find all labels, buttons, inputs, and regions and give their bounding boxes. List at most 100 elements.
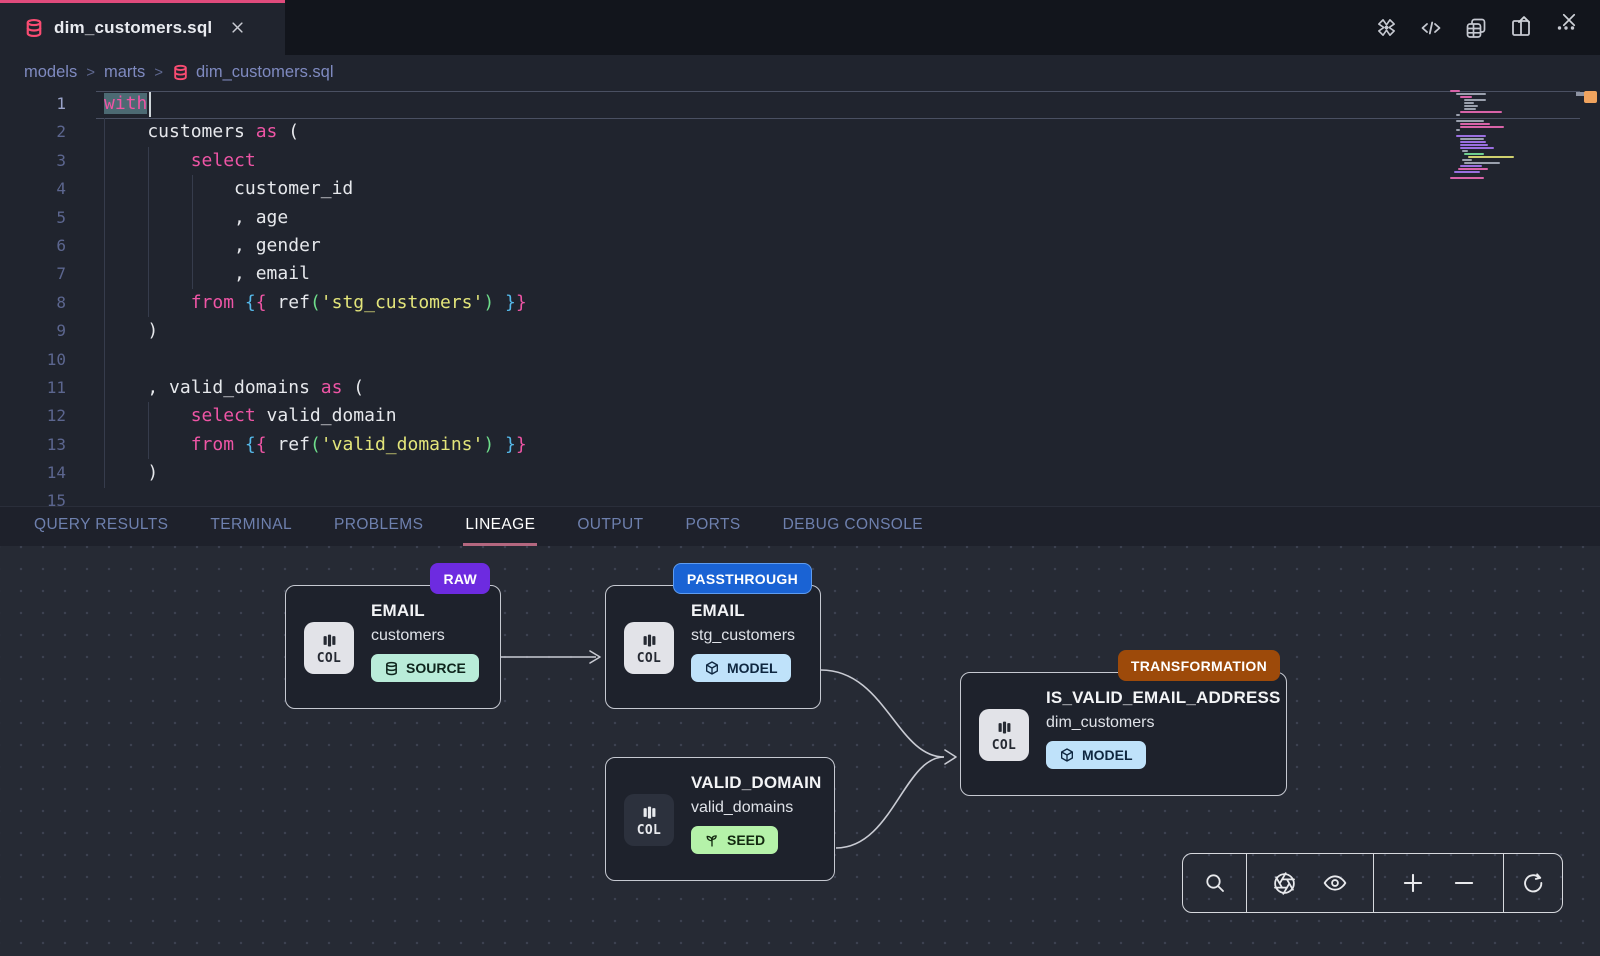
line-number: 14 <box>0 459 66 487</box>
code-editor[interactable]: 1with2 customers as (3 select4 customer_… <box>0 90 1600 506</box>
lineage-toolbar <box>1182 853 1563 913</box>
node-subtitle: stg_customers <box>691 627 795 645</box>
zoom-in-icon[interactable] <box>1400 870 1426 896</box>
chip-label: COL <box>992 738 1016 753</box>
cube-icon <box>704 660 720 676</box>
code-line[interactable]: 2 customers as ( <box>0 118 1600 146</box>
lineage-node-customers[interactable]: COLEMAILcustomersSOURCERAW <box>285 585 501 709</box>
scrollbar-selection-marker <box>1584 91 1597 103</box>
panel-tab-debug-console[interactable]: DEBUG CONSOLE <box>781 507 925 546</box>
code-text: with <box>66 90 147 118</box>
node-title: EMAIL <box>371 601 479 621</box>
line-number: 8 <box>0 289 66 317</box>
column-chip: COL <box>624 622 674 674</box>
code-line[interactable]: 11 , valid_domains as ( <box>0 374 1600 402</box>
indent-guide <box>104 118 105 487</box>
lineage-node-valid_domains[interactable]: COLVALID_DOMAINvalid_domainsSEED <box>605 757 835 881</box>
node-text: IS_VALID_EMAIL_ADDRESSdim_customersMODEL <box>1046 688 1281 769</box>
line-number: 7 <box>0 260 66 288</box>
code-line[interactable]: 12 select valid_domain <box>0 402 1600 430</box>
column-chip: COL <box>624 794 674 846</box>
line-number: 1 <box>0 90 66 118</box>
columns-icon <box>640 631 659 650</box>
line-number: 4 <box>0 175 66 203</box>
code-text: customer_id <box>66 175 353 203</box>
duplicate-tab-icon[interactable] <box>1464 16 1488 40</box>
code-line[interactable]: 6 , gender <box>0 232 1600 260</box>
code-line[interactable]: 7 , email <box>0 260 1600 288</box>
line-number: 12 <box>0 402 66 430</box>
node-text: VALID_DOMAINvalid_domainsSEED <box>691 773 822 854</box>
chip-label: COL <box>637 651 661 666</box>
node-subtitle: customers <box>371 627 479 645</box>
indent-guide <box>192 175 193 289</box>
minimap[interactable] <box>1450 90 1562 506</box>
breadcrumb-marts[interactable]: marts <box>104 63 145 82</box>
code-line[interactable]: 13 from {{ ref('valid_domains') }} <box>0 431 1600 459</box>
cube-icon <box>1059 747 1075 763</box>
breadcrumb-file[interactable]: dim_customers.sql <box>172 63 334 82</box>
open-code-icon[interactable] <box>1419 16 1443 40</box>
indent-guide <box>148 147 149 317</box>
lineage-type-badge-transformation: TRANSFORMATION <box>1118 650 1280 681</box>
bottom-panel-tab-bar: QUERY RESULTS TERMINAL PROBLEMS LINEAGE OUTP… <box>0 506 1600 546</box>
code-text: select <box>66 147 256 175</box>
code-line[interactable]: 1with <box>0 90 1600 118</box>
chip-label: COL <box>637 823 661 838</box>
line-number: 6 <box>0 232 66 260</box>
code-text: select valid_domain <box>66 402 397 430</box>
code-line[interactable]: 5 , age <box>0 204 1600 232</box>
panel-tab-ports[interactable]: PORTS <box>683 507 742 546</box>
breadcrumb-file-label: dim_customers.sql <box>196 63 334 82</box>
node-subtitle: valid_domains <box>691 799 822 817</box>
expand-panel-icon[interactable] <box>1514 10 1534 30</box>
eye-icon[interactable] <box>1322 870 1348 896</box>
dbt-ide-window: dim_customers.sql models > <box>0 0 1600 956</box>
panel-tab-output[interactable]: OUTPUT <box>575 507 645 546</box>
aperture-icon[interactable] <box>1272 871 1297 896</box>
panel-tab-lineage[interactable]: LINEAGE <box>463 507 537 546</box>
tab-dim-customers[interactable]: dim_customers.sql <box>0 0 285 55</box>
refresh-icon[interactable] <box>1521 871 1546 896</box>
code-line[interactable]: 3 select <box>0 147 1600 175</box>
code-text <box>66 346 104 374</box>
columns-icon <box>640 803 659 822</box>
node-text: EMAILstg_customersMODEL <box>691 601 795 682</box>
editor-scrollbar[interactable] <box>1580 90 1600 506</box>
current-line-border <box>96 118 1580 119</box>
arrowhead <box>945 750 956 764</box>
panel-tab-problems[interactable]: PROBLEMS <box>332 507 425 546</box>
line-number: 3 <box>0 147 66 175</box>
lineage-type-badge-passthrough: PASSTHROUGH <box>673 563 812 594</box>
lineage-node-stg_customers[interactable]: COLEMAILstg_customersMODELPASSTHROUGH <box>605 585 821 709</box>
panel-tab-terminal[interactable]: TERMINAL <box>208 507 294 546</box>
panel-actions <box>1514 0 1578 40</box>
close-panel-icon[interactable] <box>1560 11 1578 29</box>
code-line[interactable]: 8 from {{ ref('stg_customers') }} <box>0 289 1600 317</box>
resource-badge-seed: SEED <box>691 826 778 854</box>
breadcrumb-separator: > <box>86 64 95 81</box>
columns-icon <box>320 631 339 650</box>
lineage-node-dim_customers[interactable]: COL IS_VALID_EMAIL_ADDRESSdim_customersMO… <box>960 672 1287 796</box>
resource-badge-source: SOURCE <box>371 654 479 682</box>
lineage-type-badge-raw: RAW <box>430 563 490 594</box>
zoom-out-icon[interactable] <box>1451 870 1477 896</box>
dbt-power-user-icon[interactable] <box>1375 16 1398 39</box>
breadcrumb: models > marts > dim_customers.sql <box>0 55 1600 90</box>
close-tab-icon[interactable] <box>230 20 245 35</box>
database-icon <box>24 18 44 38</box>
search-icon[interactable] <box>1203 871 1227 895</box>
code-line[interactable]: 14 ) <box>0 459 1600 487</box>
node-title: EMAIL <box>691 601 795 621</box>
column-chip: COL <box>979 709 1029 761</box>
code-line[interactable]: 9 ) <box>0 317 1600 345</box>
lineage-canvas[interactable]: COL EMAIL customers SOURCE RAW COL EMAIL stg_cu… <box>0 546 1600 956</box>
database-icon <box>384 661 399 676</box>
code-line[interactable]: 15 <box>0 487 1600 506</box>
code-text: , email <box>66 260 310 288</box>
columns-icon <box>995 718 1014 737</box>
breadcrumb-models[interactable]: models <box>24 63 77 82</box>
code-line[interactable]: 10 <box>0 346 1600 374</box>
panel-tab-query-results[interactable]: QUERY RESULTS <box>32 507 170 546</box>
code-line[interactable]: 4 customer_id <box>0 175 1600 203</box>
